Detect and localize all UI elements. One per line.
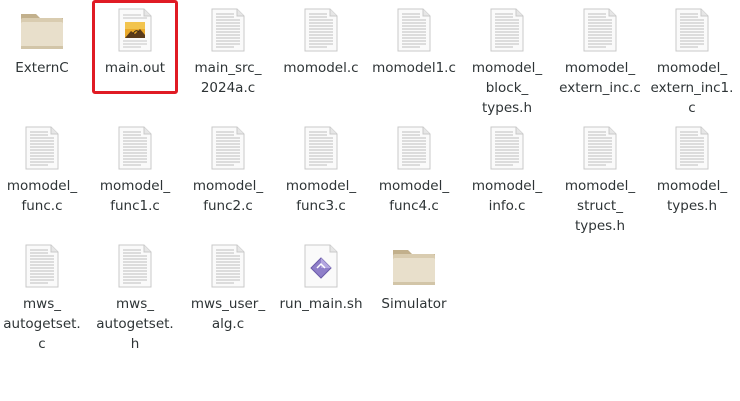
file-label: momodel_ func3.c bbox=[285, 178, 357, 214]
file-label: momodel1.c bbox=[372, 60, 456, 76]
file-label: momodel_ extern_inc1. c bbox=[650, 60, 734, 116]
file-label: mws_user_ alg.c bbox=[190, 296, 266, 332]
file-item-externc[interactable]: ExternC bbox=[0, 6, 86, 78]
file-item-main-src[interactable]: main_src_ 2024a.c bbox=[184, 6, 272, 98]
text-document-icon bbox=[390, 124, 438, 172]
text-document-icon bbox=[576, 6, 624, 54]
file-item-mws-autogetset-c[interactable]: mws_ autogetset. c bbox=[0, 242, 86, 354]
file-item-momodel-extern-inc1[interactable]: momodel_ extern_inc1. c bbox=[648, 6, 736, 118]
file-label: mws_ autogetset. h bbox=[96, 296, 174, 352]
file-item-momodel-func3[interactable]: momodel_ func3.c bbox=[277, 124, 365, 216]
file-item-momodel-info[interactable]: momodel_ info.c bbox=[463, 124, 551, 216]
file-label: momodel_ block_ types.h bbox=[471, 60, 543, 116]
text-document-icon bbox=[668, 124, 716, 172]
text-document-icon bbox=[297, 6, 345, 54]
text-document-icon bbox=[204, 124, 252, 172]
file-label: momodel_ extern_inc.c bbox=[559, 60, 641, 96]
file-label: mws_ autogetset. c bbox=[3, 296, 81, 352]
file-item-momodel-struct-types[interactable]: momodel_ struct_ types.h bbox=[556, 124, 644, 236]
text-document-icon bbox=[668, 6, 716, 54]
file-item-momodel-func2[interactable]: momodel_ func2.c bbox=[184, 124, 272, 216]
file-label: momodel_ types.h bbox=[656, 178, 728, 214]
image-document-icon bbox=[111, 6, 159, 54]
file-label: momodel_ func1.c bbox=[99, 178, 171, 214]
file-label: momodel_ func2.c bbox=[192, 178, 264, 214]
script-icon bbox=[297, 242, 345, 290]
file-item-simulator[interactable]: Simulator bbox=[370, 242, 458, 314]
file-label: main_src_ 2024a.c bbox=[194, 60, 262, 96]
file-item-momodel-func[interactable]: momodel_ func.c bbox=[0, 124, 86, 216]
file-label: momodel_ struct_ types.h bbox=[564, 178, 636, 234]
text-document-icon bbox=[18, 124, 66, 172]
file-item-momodel-block-types[interactable]: momodel_ block_ types.h bbox=[463, 6, 551, 118]
text-document-icon bbox=[204, 242, 252, 290]
file-label: run_main.sh bbox=[279, 296, 363, 312]
folder-icon bbox=[390, 242, 438, 290]
text-document-icon bbox=[111, 242, 159, 290]
file-item-momodel1-c[interactable]: momodel1.c bbox=[370, 6, 458, 78]
text-document-icon bbox=[111, 124, 159, 172]
file-label: momodel_ info.c bbox=[471, 178, 543, 214]
file-item-momodel-func4[interactable]: momodel_ func4.c bbox=[370, 124, 458, 216]
text-document-icon bbox=[576, 124, 624, 172]
file-item-momodel-types[interactable]: momodel_ types.h bbox=[648, 124, 736, 216]
file-manager-grid: ExternC main.out main_src_ 2024a.c momod… bbox=[0, 0, 740, 401]
file-item-main-out[interactable]: main.out bbox=[91, 6, 179, 78]
text-document-icon bbox=[297, 124, 345, 172]
text-document-icon bbox=[390, 6, 438, 54]
file-item-mws-user-alg[interactable]: mws_user_ alg.c bbox=[184, 242, 272, 334]
file-label: ExternC bbox=[15, 60, 69, 76]
file-label: main.out bbox=[104, 60, 166, 76]
folder-icon bbox=[18, 6, 66, 54]
file-label: momodel.c bbox=[283, 60, 359, 76]
text-document-icon bbox=[18, 242, 66, 290]
file-item-momodel-func1[interactable]: momodel_ func1.c bbox=[91, 124, 179, 216]
file-item-momodel-c[interactable]: momodel.c bbox=[277, 6, 365, 78]
file-label: momodel_ func4.c bbox=[378, 178, 450, 214]
file-label: Simulator bbox=[381, 296, 447, 312]
text-document-icon bbox=[483, 124, 531, 172]
text-document-icon bbox=[204, 6, 252, 54]
file-item-run-main-sh[interactable]: run_main.sh bbox=[277, 242, 365, 314]
file-item-momodel-extern-inc[interactable]: momodel_ extern_inc.c bbox=[556, 6, 644, 98]
text-document-icon bbox=[483, 6, 531, 54]
file-item-mws-autogetset-h[interactable]: mws_ autogetset. h bbox=[91, 242, 179, 354]
file-label: momodel_ func.c bbox=[6, 178, 78, 214]
